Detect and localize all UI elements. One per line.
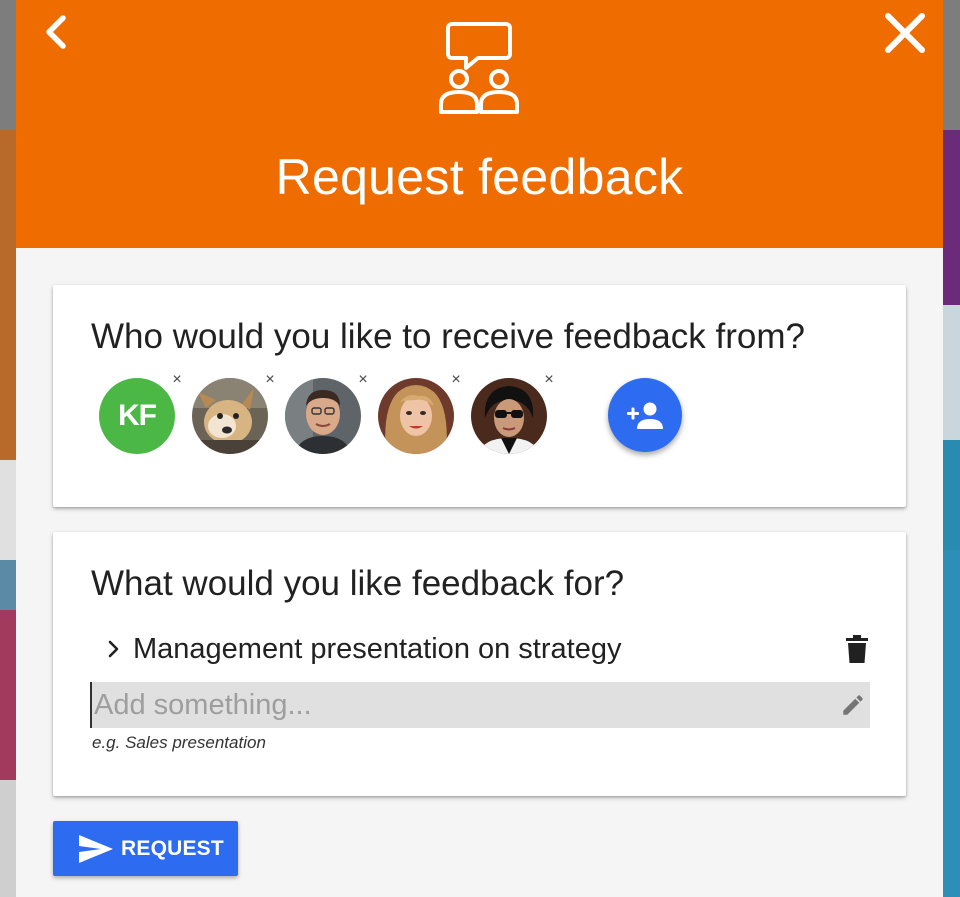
remove-recipient-button[interactable]: × bbox=[170, 372, 184, 388]
recipient-list: KF × × × × × bbox=[97, 372, 717, 456]
delete-topic-button[interactable] bbox=[843, 633, 871, 665]
recipient-chip: × bbox=[469, 372, 554, 456]
send-icon bbox=[79, 834, 113, 863]
avatar: KF bbox=[99, 378, 175, 454]
recipient-chip: × bbox=[283, 372, 368, 456]
avatar bbox=[285, 378, 361, 454]
add-topic-field bbox=[90, 682, 870, 728]
chevron-right-icon bbox=[108, 640, 119, 658]
close-button[interactable] bbox=[880, 10, 930, 56]
person-add-icon bbox=[627, 402, 663, 429]
background-right-strip bbox=[943, 0, 960, 897]
dialog-header: Request feedback bbox=[16, 0, 943, 248]
remove-recipient-button[interactable]: × bbox=[449, 372, 463, 388]
trash-icon bbox=[846, 635, 868, 663]
close-icon bbox=[885, 13, 925, 53]
feedback-question: What would you like feedback for? bbox=[91, 564, 625, 603]
remove-recipient-button[interactable]: × bbox=[542, 372, 556, 388]
avatar bbox=[378, 378, 454, 454]
chat-group-icon bbox=[439, 22, 519, 114]
recipient-chip: × bbox=[376, 372, 461, 456]
recipients-question: Who would you like to receive feedback f… bbox=[91, 317, 805, 356]
chevron-left-icon bbox=[46, 15, 66, 49]
avatar bbox=[192, 378, 268, 454]
request-button-label: REQUEST bbox=[121, 836, 224, 860]
dialog-title: Request feedback bbox=[275, 149, 684, 205]
recipients-card: Who would you like to receive feedback f… bbox=[53, 285, 906, 507]
feedback-topic-item: Management presentation on strategy bbox=[101, 627, 871, 671]
recipient-chip: × bbox=[190, 372, 275, 456]
feedback-topics-card: What would you like feedback for? Manage… bbox=[53, 532, 906, 796]
remove-recipient-button[interactable]: × bbox=[263, 372, 277, 388]
background-left-strip bbox=[0, 0, 16, 897]
input-hint: e.g. Sales presentation bbox=[92, 733, 266, 752]
avatar bbox=[471, 378, 547, 454]
request-feedback-dialog: Request feedback Who would you like to r… bbox=[16, 0, 943, 897]
request-button[interactable]: REQUEST bbox=[53, 821, 238, 876]
back-button[interactable] bbox=[38, 12, 74, 52]
add-recipient-button[interactable] bbox=[608, 378, 682, 452]
expand-topic-button[interactable] bbox=[101, 636, 127, 662]
remove-recipient-button[interactable]: × bbox=[356, 372, 370, 388]
topic-label: Management presentation on strategy bbox=[133, 632, 622, 665]
pencil-icon[interactable] bbox=[840, 692, 866, 718]
recipient-chip: KF × bbox=[97, 372, 182, 456]
add-topic-input[interactable] bbox=[92, 682, 832, 728]
